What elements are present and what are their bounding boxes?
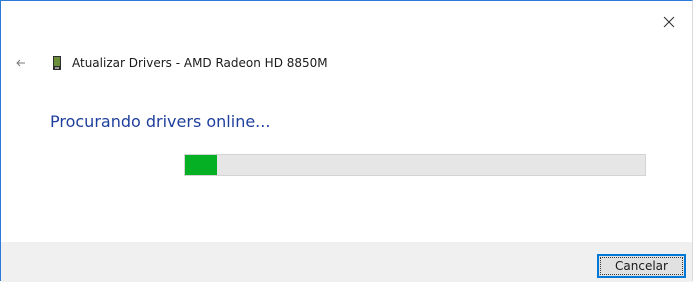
progress-bar [184, 154, 646, 176]
progress-fill [185, 155, 218, 175]
cancel-button-label: Cancelar [615, 259, 668, 273]
window-title: Atualizar Drivers - AMD Radeon HD 8850M [72, 56, 328, 70]
dialog-footer: Cancelar [1, 242, 692, 282]
status-heading: Procurando drivers online... [50, 112, 271, 131]
back-button[interactable] [13, 56, 29, 70]
close-button[interactable] [658, 11, 680, 33]
cancel-button[interactable]: Cancelar [597, 254, 686, 278]
back-arrow-icon [16, 59, 25, 67]
display-adapter-icon [53, 56, 61, 70]
update-drivers-dialog: Atualizar Drivers - AMD Radeon HD 8850M … [0, 0, 693, 282]
close-icon [663, 16, 675, 28]
